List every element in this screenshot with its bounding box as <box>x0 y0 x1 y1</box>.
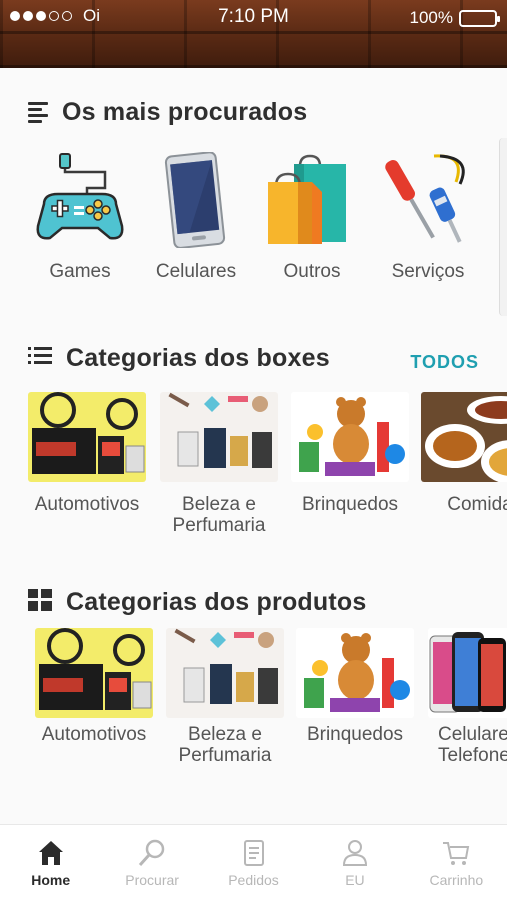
menu-lines-icon <box>28 99 48 126</box>
products-section-header: Categorias dos produtos <box>28 588 366 617</box>
smartphone-icon <box>164 151 226 249</box>
tab-eu[interactable]: EU <box>304 825 405 900</box>
tab-procurar[interactable]: Procurar <box>101 825 202 900</box>
box-category-automotivos[interactable]: Automotivos <box>28 392 146 515</box>
boxes-section-header: Categorias dos boxes <box>28 344 330 373</box>
popular-item-label: Outros <box>283 261 341 282</box>
orders-icon <box>243 839 264 866</box>
popular-item-celulares[interactable]: Celulares <box>146 151 246 283</box>
popular-section-header: Os mais procurados <box>28 98 307 127</box>
popular-item-outros[interactable]: Outros <box>262 152 362 283</box>
gamepad-icon <box>36 153 124 240</box>
automotive-image <box>35 628 153 718</box>
bottom-tab-bar: Home Procurar Pedidos EU Carrinho <box>0 824 507 900</box>
search-icon <box>138 839 165 866</box>
product-category-celulares[interactable]: Celulares e Telefones <box>428 628 507 766</box>
section-title: Categorias dos boxes <box>66 344 330 372</box>
tab-label: EU <box>345 871 365 888</box>
card-label: Beleza e Perfumaria <box>178 724 272 766</box>
card-label: Brinquedos <box>301 494 399 515</box>
product-category-brinquedos[interactable]: Brinquedos <box>296 628 414 745</box>
tab-home[interactable]: Home <box>0 825 101 900</box>
tab-label: Procurar <box>125 871 179 888</box>
toys-image <box>296 628 414 718</box>
cosmetics-image <box>166 628 284 718</box>
toys-image <box>291 392 409 482</box>
battery-indicator: 100% <box>409 8 500 28</box>
product-category-beleza[interactable]: Beleza e Perfumaria <box>166 628 284 766</box>
side-scroll-handle[interactable] <box>499 138 507 316</box>
popular-item-label: Serviços <box>391 261 465 282</box>
status-bar: Oi 7:10 PM 100% <box>0 0 507 68</box>
card-label: Brinquedos <box>306 724 404 745</box>
cart-icon <box>443 841 470 865</box>
tab-pedidos[interactable]: Pedidos <box>203 825 304 900</box>
todos-link[interactable]: TODOS <box>410 352 479 373</box>
grid-icon <box>28 589 52 616</box>
screwdriver-icon <box>385 154 465 243</box>
section-title: Categorias dos produtos <box>66 588 367 616</box>
food-image <box>421 392 507 482</box>
phones-image <box>428 628 507 718</box>
box-category-brinquedos[interactable]: Brinquedos <box>291 392 409 515</box>
list-icon <box>28 346 52 371</box>
popular-item-servicos[interactable]: Serviços <box>378 152 478 283</box>
popular-item-label: Games <box>49 261 111 282</box>
box-category-beleza[interactable]: Beleza e Perfumaria <box>160 392 278 536</box>
card-label: Automotivos <box>41 724 147 745</box>
shopping-bags-icon <box>268 154 346 244</box>
home-icon <box>38 840 63 865</box>
card-label: Beleza e Perfumaria <box>172 494 266 536</box>
battery-icon <box>459 9 500 27</box>
cosmetics-image <box>160 392 278 482</box>
home-content[interactable]: Os mais procurados Games Celulares Outro… <box>0 68 507 824</box>
tab-carrinho[interactable]: Carrinho <box>406 825 507 900</box>
tab-label: Pedidos <box>228 871 279 888</box>
card-label: Automotivos <box>34 494 140 515</box>
box-category-comida[interactable]: Comida <box>421 392 507 515</box>
card-label: Celulares e Telefones <box>438 724 507 766</box>
tab-label: Carrinho <box>429 871 484 888</box>
section-title: Os mais procurados <box>62 98 308 126</box>
automotive-image <box>28 392 146 482</box>
tab-label: Home <box>31 871 71 888</box>
popular-item-label: Celulares <box>155 261 237 282</box>
card-label: Comida <box>447 494 507 515</box>
product-category-automotivos[interactable]: Automotivos <box>35 628 153 745</box>
battery-percent: 100% <box>409 8 453 27</box>
popular-item-games[interactable]: Games <box>30 152 130 283</box>
user-icon <box>342 839 367 866</box>
